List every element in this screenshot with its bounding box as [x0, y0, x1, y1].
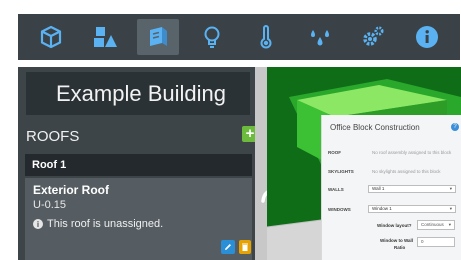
thermometer-icon	[260, 25, 272, 49]
roofs-section-title: ROOFS	[26, 128, 80, 145]
lightbulb-icon	[204, 26, 220, 48]
building-users-icon	[93, 27, 117, 47]
window-wall-ratio-label-2: Ratio	[394, 245, 406, 250]
walls-select-value: Wall 1	[372, 186, 385, 191]
roof-u-value: U-0.15	[33, 199, 67, 211]
cube-icon	[40, 25, 61, 49]
roof-type: Exterior Roof	[33, 183, 110, 197]
skylights-label: SKYLIGHTS	[328, 169, 354, 174]
roof-value: No roof assembly assigned to this block	[372, 150, 452, 155]
toolbar	[18, 14, 460, 60]
toolbar-hvac-button[interactable]	[245, 19, 287, 55]
roof-label: ROOF	[328, 150, 341, 155]
chevron-down-icon: ▾	[448, 222, 451, 227]
pencil-icon	[225, 244, 231, 250]
windows-label: WINDOWS	[328, 207, 351, 212]
panel-divider[interactable]	[255, 67, 267, 260]
trash-icon	[242, 243, 248, 251]
chevron-down-icon: ▾	[449, 186, 452, 191]
toolbar-geometry-button[interactable]	[30, 19, 72, 55]
office-block-construction-popup: Office Block Construction ? ROOF No roof…	[321, 115, 461, 260]
toolbar-info-button[interactable]	[406, 19, 448, 55]
windows-select-value: Window 1	[372, 206, 392, 211]
window-wall-ratio-input[interactable]: 0	[417, 237, 455, 247]
roof-warning: i This roof is unassigned.	[33, 218, 163, 230]
roof-warning-text: This roof is unassigned.	[47, 218, 164, 230]
popup-title: Office Block Construction	[330, 123, 420, 132]
walls-select[interactable]: Wall 1 ▾	[368, 185, 456, 193]
toolbar-water-button[interactable]	[299, 19, 341, 55]
toolbar-settings-button[interactable]	[352, 19, 394, 55]
delete-roof-button[interactable]	[239, 240, 251, 254]
skylights-value: No skylights assigned to this block	[372, 169, 441, 174]
info-circle-icon: i	[33, 219, 43, 229]
edit-roof-button[interactable]	[221, 240, 235, 254]
construction-panel: Example Building ROOFS + Roof 1 Exterior…	[18, 67, 258, 260]
toolbar-lighting-button[interactable]	[191, 19, 233, 55]
walls-icon	[150, 27, 168, 46]
roof-card: Exterior Roof U-0.15 i This roof is unas…	[25, 178, 252, 260]
toolbar-construction-button[interactable]	[137, 19, 180, 55]
chevron-down-icon: ▾	[449, 206, 452, 211]
windows-select[interactable]: Window 1 ▾	[368, 205, 456, 213]
window-layout-value: Continuous	[421, 222, 444, 227]
water-drops-icon	[310, 30, 329, 46]
window-layout-select[interactable]: Continuous ▾	[417, 220, 455, 230]
building-name: Example Building	[26, 72, 250, 115]
walls-label: WALLS	[328, 187, 344, 192]
plus-icon: +	[245, 125, 255, 142]
toolbar-occupancy-button[interactable]	[84, 19, 126, 55]
window-layout-label: Window layout?	[377, 223, 412, 228]
info-icon	[416, 26, 439, 48]
help-icon[interactable]: ?	[451, 123, 459, 131]
roof-card-header[interactable]: Roof 1	[25, 154, 252, 176]
gears-icon	[363, 26, 384, 46]
window-wall-ratio-label: Window to Wall	[380, 238, 414, 243]
